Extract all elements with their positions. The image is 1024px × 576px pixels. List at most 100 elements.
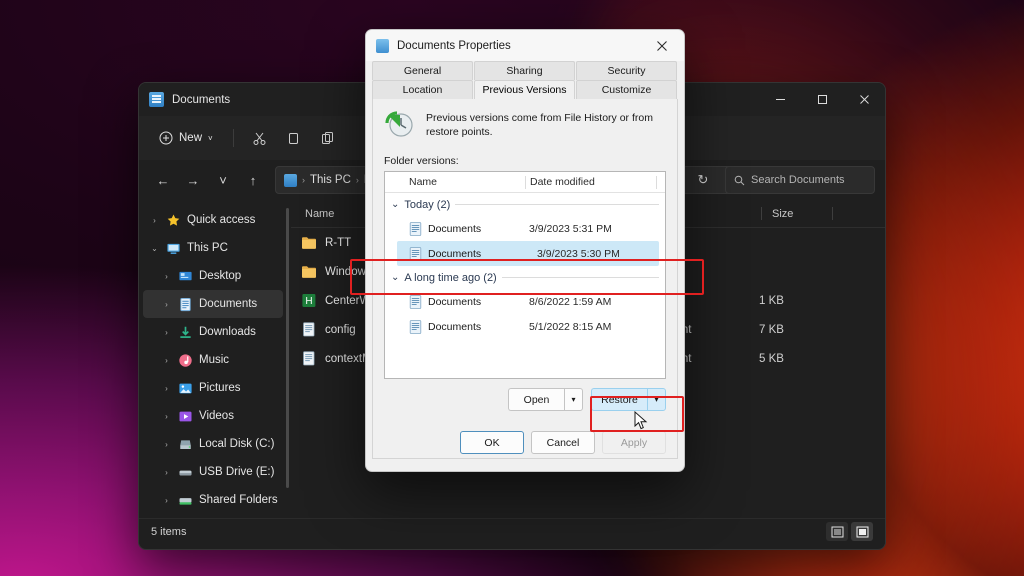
cut-icon[interactable] [244,123,276,153]
info-text: Previous versions come from File History… [426,112,653,139]
explorer-title: Documents [172,93,231,106]
open-button-label[interactable]: Open [508,388,564,411]
version-date: 5/1/2022 8:15 AM [529,320,612,333]
file-name: R-TT [325,236,352,249]
cancel-button[interactable]: Cancel [531,431,595,454]
sidebar-item-pictures[interactable]: › Pictures [143,374,283,402]
version-name-cell: Documents [385,221,525,236]
open-button[interactable]: Open ▾ [508,388,583,411]
sidebar-item-label: This PC [187,242,228,254]
version-row[interactable]: Documents 5/1/2022 8:15 AM [385,314,665,339]
minimize-button[interactable] [759,83,801,116]
versions-column-date[interactable]: Date modified [526,176,656,188]
sidebar-scrollbar[interactable] [286,208,289,488]
version-group-header[interactable]: ⌄ Today (2) [385,193,665,216]
forward-button[interactable]: → [179,166,207,194]
close-button[interactable] [843,83,885,116]
document-icon [409,319,422,334]
sidebar-item-label: USB Drive (E:) [199,466,275,478]
search-icon [734,175,745,185]
column-header-size[interactable]: Size [762,208,832,220]
chevron-right-icon[interactable]: › [161,496,172,505]
file-size-cell: 5 KB [759,352,784,365]
chevron-right-icon[interactable]: › [161,328,172,337]
group-divider [455,204,659,205]
chevron-right-icon[interactable]: › [161,440,172,449]
sidebar-item-music[interactable]: › Music [143,346,283,374]
music-icon [179,353,192,367]
versions-column-divider[interactable] [656,175,657,189]
sidebar-item-shared-folders[interactable]: › Shared Folders [143,486,283,514]
folder-icon [302,266,316,278]
drive-icon [180,439,191,449]
plus-circle-icon [159,131,173,145]
view-toggle-group [826,522,873,541]
folder-icon [302,237,316,249]
info-banner: Previous versions come from File History… [384,109,666,141]
up-button[interactable]: ↑ [239,166,267,194]
sidebar-item-label: Documents [199,298,258,310]
svg-text:H: H [305,296,312,307]
chevron-right-icon[interactable]: › [161,384,172,393]
document-icon [303,322,315,337]
chevron-down-icon[interactable]: ⌄ [149,244,160,253]
paste-icon[interactable] [312,123,344,153]
breadcrumb-folder-icon [284,173,297,187]
copy-icon[interactable] [278,123,310,153]
large-icons-view-button[interactable] [851,522,873,541]
tab-sharing[interactable]: Sharing [474,61,575,80]
open-dropdown-arrow-icon[interactable]: ▾ [564,388,583,411]
chevron-right-icon[interactable]: › [161,356,172,365]
sidebar-item-quick-access[interactable]: › Quick access [143,206,283,234]
sidebar-item-documents[interactable]: › Documents [143,290,283,318]
tab-customize[interactable]: Customize [576,80,677,99]
version-name-cell: Documents [385,319,525,334]
breadcrumb-item-thispc[interactable]: This PC [310,174,351,186]
column-divider[interactable] [832,207,833,220]
status-bar: 5 items [139,518,885,544]
sidebar-item-label: Quick access [187,214,256,226]
usb-icon [179,470,192,475]
tab-location[interactable]: Location [372,80,473,99]
versions-column-name[interactable]: Name [385,176,525,188]
sidebar-item-label: Videos [199,410,234,422]
search-input[interactable]: Search Documents [725,166,875,194]
documents-icon [180,297,191,311]
sidebar-item-local-disk-c[interactable]: › Local Disk (C:) [143,430,283,458]
chevron-right-icon[interactable]: › [161,412,172,421]
details-view-button[interactable] [826,522,848,541]
annotation-box-selected-row [350,259,704,295]
tab-security[interactable]: Security [576,61,677,80]
breadcrumb-separator-2: › [355,175,359,185]
breadcrumb-separator-1: › [302,175,305,185]
sidebar-item-label: Desktop [199,270,242,282]
chevron-right-icon[interactable]: › [161,272,172,281]
tab-general[interactable]: General [372,61,473,80]
ok-button[interactable]: OK [460,431,524,454]
chevron-right-icon[interactable]: › [149,216,160,225]
sidebar-item-downloads[interactable]: › Downloads [143,318,283,346]
file-size-cell: 1 KB [759,294,784,307]
chevron-right-icon[interactable]: › [161,300,172,309]
recent-locations-button[interactable]: ˅ [209,166,237,194]
document-icon [303,351,315,366]
chevron-right-icon[interactable]: › [161,468,172,477]
apply-button[interactable]: Apply [602,431,666,454]
chevron-down-icon[interactable]: ⌄ [391,199,399,210]
window-controls [759,83,885,116]
new-button-label: New [179,132,203,144]
sidebar-item-this-pc[interactable]: ⌄ This PC [143,234,283,262]
sidebar-item-desktop[interactable]: › Desktop [143,262,283,290]
dialog-close-button[interactable] [640,30,684,61]
dialog-footer: OK Cancel Apply [384,431,666,454]
refresh-button[interactable]: ↻ [689,166,717,194]
sidebar-item-videos[interactable]: › Videos [143,402,283,430]
new-button[interactable]: New ˅ [149,123,223,153]
version-row[interactable]: Documents 3/9/2023 5:31 PM [385,216,665,241]
sidebar-item-usb-drive-e[interactable]: › USB Drive (E:) [143,458,283,486]
version-name: Documents [428,295,482,308]
maximize-button[interactable] [801,83,843,116]
tab-previous-versions[interactable]: Previous Versions [474,80,575,99]
back-button[interactable]: ← [149,166,177,194]
search-placeholder: Search Documents [751,174,845,186]
